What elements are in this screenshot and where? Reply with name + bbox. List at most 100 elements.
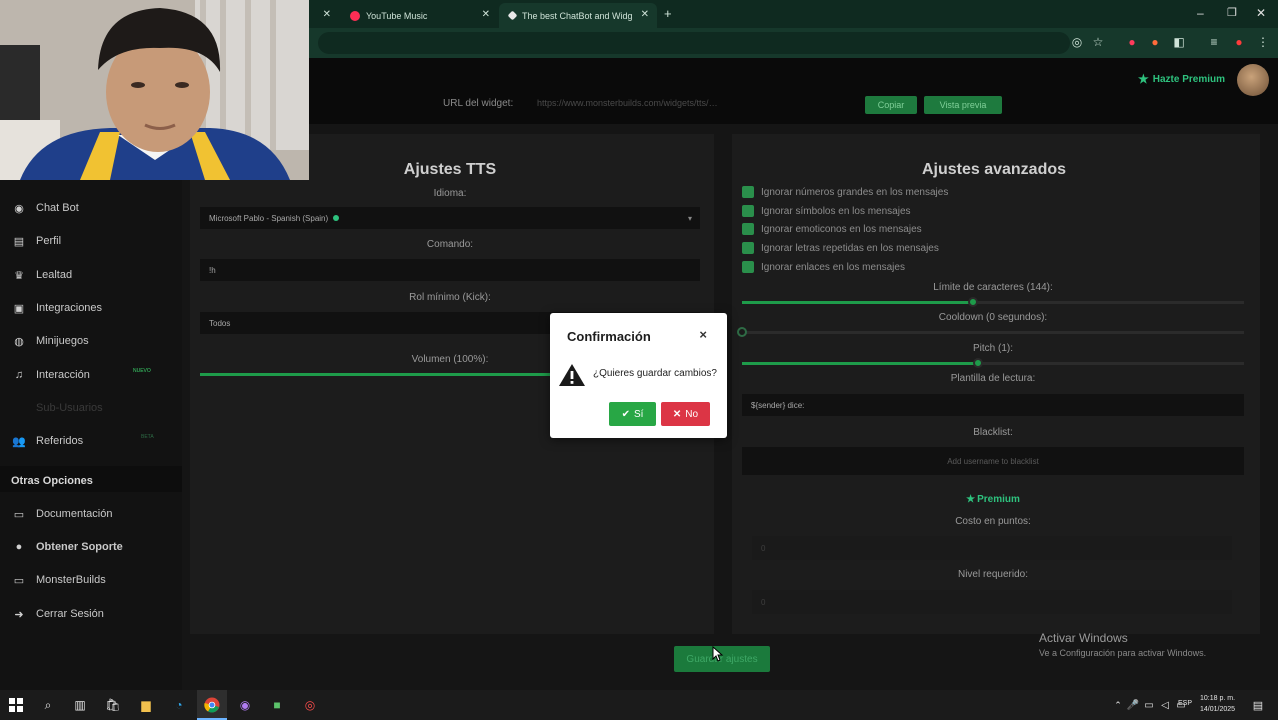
clock-time[interactable]: 10:18 p. m. — [1200, 695, 1235, 702]
store-icon[interactable]: 🛍 — [105, 697, 121, 713]
close-tab-icon[interactable]: ✕ — [482, 9, 490, 20]
star-icon: ★ — [1138, 72, 1149, 86]
checkbox-checked[interactable] — [742, 223, 754, 235]
cooldown-slider[interactable] — [737, 327, 1244, 337]
avatar[interactable] — [1237, 64, 1269, 96]
star-icon: ★ — [966, 494, 976, 505]
close-window-button[interactable]: ✕ — [1256, 6, 1266, 20]
preview-button[interactable]: Vista previa — [924, 96, 1002, 114]
kebab-menu-icon[interactable]: ⋮ — [1256, 35, 1270, 49]
language-select[interactable]: Microsoft Pablo - Spanish (Spain) ▾ — [200, 207, 700, 229]
command-input[interactable]: !h — [200, 259, 700, 281]
trophy-icon: ♛ — [14, 269, 24, 282]
eye-off-icon[interactable]: ◎ — [1070, 35, 1084, 49]
widget-url-field[interactable]: https://www.monsterbuilds.com/widgets/tt… — [537, 98, 849, 108]
clock-date[interactable]: 14/01/2025 — [1200, 706, 1235, 713]
puzzle-icon[interactable]: ◧ — [1172, 35, 1186, 49]
edge-browser-icon[interactable]: ◔ — [171, 697, 187, 713]
close-tab-icon[interactable]: ✕ — [641, 9, 649, 20]
minecraft-icon[interactable]: ■ — [269, 697, 285, 713]
language-indicator[interactable]: ESP — [1178, 700, 1192, 707]
widget-url-label: URL del widget: — [443, 98, 514, 109]
activate-windows-subtitle: Ve a Configuración para activar Windows. — [1039, 648, 1207, 658]
checkbox-checked[interactable] — [742, 261, 754, 273]
sidebar-item-referidos[interactable]: 👥 Referidos — [12, 431, 83, 451]
option-ignore-repeated-letters[interactable]: Ignorar letras repetidas en los mensajes — [742, 241, 939, 255]
chevron-up-icon[interactable]: ⌃ — [1110, 697, 1126, 713]
app-icon[interactable]: ◉ — [237, 697, 253, 713]
level-input[interactable]: 0 — [752, 590, 1232, 614]
option-ignore-links[interactable]: Ignorar enlaces en los mensajes — [742, 260, 905, 274]
task-view-icon[interactable]: ▥ — [72, 697, 88, 713]
network-icon[interactable]: ▭ — [1141, 697, 1157, 713]
windows-taskbar: ⌕ ▥ 🛍 ▆ ◔ ◉ ■ ◎ ⌃ 🎤 ▭ ◁ ▭ ESP 10:18 p. m… — [0, 690, 1278, 720]
option-ignore-symbols[interactable]: Ignorar símbolos en los mensajes — [742, 204, 911, 218]
monitor-icon: ▭ — [13, 574, 25, 587]
pitch-slider[interactable] — [742, 358, 1244, 368]
no-button[interactable]: ✕ No — [661, 402, 710, 426]
dialog-message: ¿Quieres guardar cambios? — [593, 368, 717, 379]
char-limit-slider[interactable] — [742, 297, 1244, 307]
microphone-icon[interactable]: 🎤 — [1125, 697, 1141, 713]
logout-icon: ➜ — [14, 608, 24, 621]
sidebar-item-obtener-soporte[interactable]: ● Obtener Soporte — [12, 537, 123, 557]
checkbox-checked[interactable] — [742, 205, 754, 217]
sidebar-item-interaccion[interactable]: ♫ Interacción — [12, 365, 90, 385]
dialog-title: Confirmación — [567, 329, 651, 344]
advanced-title: Ajustes avanzados — [921, 161, 1067, 178]
chrome-icon[interactable] — [204, 697, 220, 713]
maximize-button[interactable]: ❐ — [1227, 6, 1237, 19]
browser-tab-chatbot[interactable]: The best ChatBot and Widgets ✕ — [499, 3, 657, 28]
browser-tab-youtube-music[interactable]: YouTube Music ✕ — [340, 3, 498, 28]
sidebar-item-monsterbuilds[interactable]: ▭ MonsterBuilds — [12, 570, 106, 590]
slider-handle[interactable] — [967, 297, 978, 307]
sidebar-item-cerrar-sesion[interactable]: ➜ Cerrar Sesión — [12, 604, 103, 624]
sidebar-item-lealtad[interactable]: ♛ Lealtad — [12, 265, 72, 285]
check-icon: ✔ — [621, 408, 630, 420]
premium-link[interactable]: ★ Hazte Premium — [1138, 72, 1225, 86]
mouse-cursor-icon — [712, 646, 724, 662]
checkbox-checked[interactable] — [742, 186, 754, 198]
section-title-otras-opciones: Otras Opciones — [11, 475, 93, 487]
tab-label: The best ChatBot and Widgets — [522, 10, 632, 21]
sidebar-item-integraciones[interactable]: ▣ Integraciones — [12, 298, 102, 318]
profile-avatar-icon[interactable]: ● — [1232, 35, 1246, 49]
close-icon[interactable]: × — [699, 327, 707, 342]
cost-label: Costo en puntos: — [955, 516, 1031, 527]
command-label: Comando: — [426, 239, 474, 250]
option-ignore-emoticons[interactable]: Ignorar emoticonos en los mensajes — [742, 222, 922, 236]
volume-icon[interactable]: ◁ — [1157, 697, 1173, 713]
browser-tab-partial[interactable]: ✕ — [309, 3, 339, 28]
sidebar-item-perfil[interactable]: ▤ Perfil — [12, 231, 61, 251]
option-ignore-numbers[interactable]: Ignorar números grandes en los mensajes — [742, 185, 948, 199]
slider-handle[interactable] — [737, 327, 747, 337]
checkbox-checked[interactable] — [742, 242, 754, 254]
yes-button[interactable]: ✔ Sí — [609, 402, 656, 426]
id-card-icon: ▤ — [13, 235, 25, 248]
sidebar-item-chat-bot[interactable]: ◉ Chat Bot — [12, 198, 79, 218]
new-tab-button[interactable]: + — [664, 6, 672, 21]
search-icon[interactable]: ⌕ — [40, 697, 56, 713]
notification-icon[interactable]: ▤ — [1250, 697, 1266, 713]
close-tab-icon[interactable]: ✕ — [323, 9, 331, 20]
site-favicon-icon — [507, 10, 518, 21]
windows-start-icon[interactable] — [8, 697, 24, 713]
star-icon[interactable]: ☆ — [1091, 35, 1105, 49]
sidebar-item-minijuegos[interactable]: ◍ Minijuegos — [12, 331, 88, 351]
address-bar[interactable] — [318, 32, 1070, 54]
file-explorer-icon[interactable]: ▆ — [138, 697, 154, 713]
playlist-icon[interactable]: ≡ — [1207, 35, 1221, 49]
extension-icon[interactable]: ● — [1148, 35, 1162, 49]
template-input[interactable]: ${sender} dice: — [742, 394, 1244, 416]
cost-input[interactable]: 0 — [752, 536, 1232, 560]
extension-icon[interactable]: ● — [1125, 35, 1139, 49]
minimize-button[interactable]: – — [1197, 6, 1204, 20]
beta-badge: BETA — [141, 434, 154, 440]
pitch-label: Pitch (1): — [972, 343, 1013, 354]
slider-handle[interactable] — [972, 358, 983, 368]
sidebar-item-documentacion[interactable]: ▭ Documentación — [12, 504, 113, 524]
blacklist-input[interactable]: Add username to blacklist — [742, 447, 1244, 475]
support-icon: ● — [15, 541, 23, 553]
copy-button[interactable]: Copiar — [865, 96, 917, 114]
app-icon[interactable]: ◎ — [302, 697, 318, 713]
